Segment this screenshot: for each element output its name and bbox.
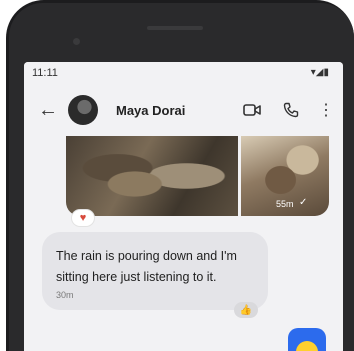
heart-icon: ♥ [79, 212, 87, 224]
status-bar: 11:11 ▾◢▮ [24, 62, 343, 86]
message-list[interactable]: 55m ✓ ♥ The rain is pouring down and I'm… [24, 136, 343, 351]
message-bubble[interactable]: The rain is pouring down and I'm sitting… [42, 232, 268, 310]
more-options-button[interactable]: ⋮ [314, 98, 338, 122]
conversation-header: ← Maya Dorai ⋮ [24, 86, 343, 136]
cat-photo-main[interactable] [66, 136, 238, 216]
earpiece-speaker [147, 26, 203, 30]
video-camera-icon [243, 104, 261, 116]
avatar[interactable] [68, 95, 98, 125]
phone-icon [283, 102, 299, 118]
voice-call-button[interactable] [279, 98, 303, 122]
thumbs-up-icon: 👍 [239, 304, 253, 316]
more-vertical-icon: ⋮ [318, 102, 334, 119]
message-text: The rain is pouring down and I'm sitting… [56, 249, 237, 284]
front-camera [73, 38, 80, 45]
media-timestamp: 55m [276, 199, 294, 209]
back-button[interactable]: ← [36, 98, 60, 122]
thumbs-up-reaction[interactable]: 👍 [234, 302, 258, 318]
sticker-button[interactable] [288, 328, 326, 351]
delivered-check-icon: ✓ [299, 197, 308, 208]
heart-reaction[interactable]: ♥ [72, 210, 94, 226]
smiley-icon [296, 341, 318, 351]
phone-screen: 11:11 ▾◢▮ ← Maya Dorai ⋮ 55m ✓ ♥ The rai… [24, 62, 343, 351]
contact-name[interactable]: Maya Dorai [116, 103, 185, 118]
back-arrow-icon: ← [38, 98, 58, 121]
video-call-button[interactable] [240, 98, 264, 122]
message-timestamp: 30m [56, 290, 74, 300]
status-time: 11:11 [32, 67, 58, 79]
signal-battery-icon: ▾◢▮ [310, 67, 329, 78]
